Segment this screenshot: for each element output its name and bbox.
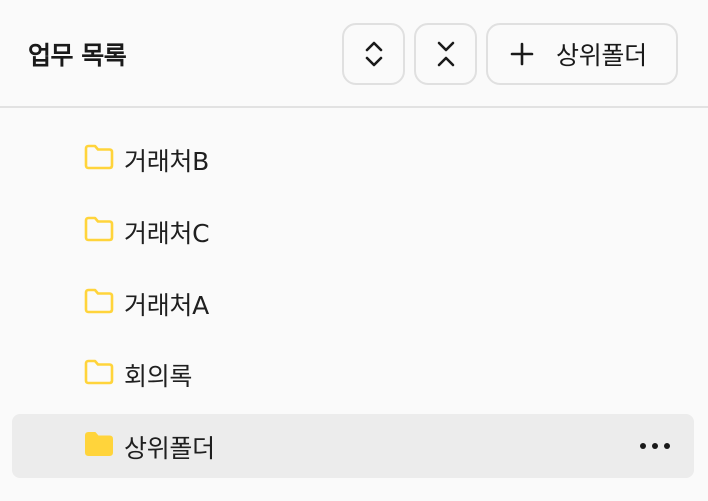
add-top-folder-label: 상위폴더 [556, 41, 647, 70]
chevron-collapse-icon [437, 41, 454, 67]
folder-name: 거래처A [124, 291, 209, 320]
collapse-all-button[interactable] [414, 23, 477, 85]
folder-item-거래처C[interactable]: 거래처C [12, 199, 694, 263]
folder-item-회의록[interactable]: 회의록 [12, 342, 694, 406]
folder-icon [84, 144, 114, 170]
folder-name: 회의록 [124, 362, 193, 391]
panel-title: 업무 목록 [28, 41, 127, 70]
folder-name: 거래처B [124, 147, 209, 176]
chevron-up-down-icon [365, 41, 382, 67]
folder-name: 상위폴더 [124, 434, 215, 463]
more-options-icon[interactable] [640, 434, 670, 458]
folder-item-거래처A[interactable]: 거래처A [12, 271, 694, 335]
folder-item-거래처B[interactable]: 거래처B [12, 127, 694, 191]
folder-icon [84, 216, 114, 242]
folder-filled-icon [85, 432, 113, 456]
task-list-panel: 업무 목록 상위폴더 거래처B 거래처C 거래처A 회의록 상위폴더 [0, 0, 708, 501]
panel-header: 업무 목록 상위폴더 [0, 0, 708, 108]
folder-item-상위폴더[interactable]: 상위폴더 [12, 414, 694, 478]
folder-icon [84, 288, 114, 314]
plus-icon [510, 42, 534, 66]
expand-all-button[interactable] [342, 23, 405, 85]
folder-name: 거래처C [124, 219, 210, 248]
folder-icon [84, 359, 114, 385]
add-top-folder-button[interactable]: 상위폴더 [486, 23, 678, 85]
